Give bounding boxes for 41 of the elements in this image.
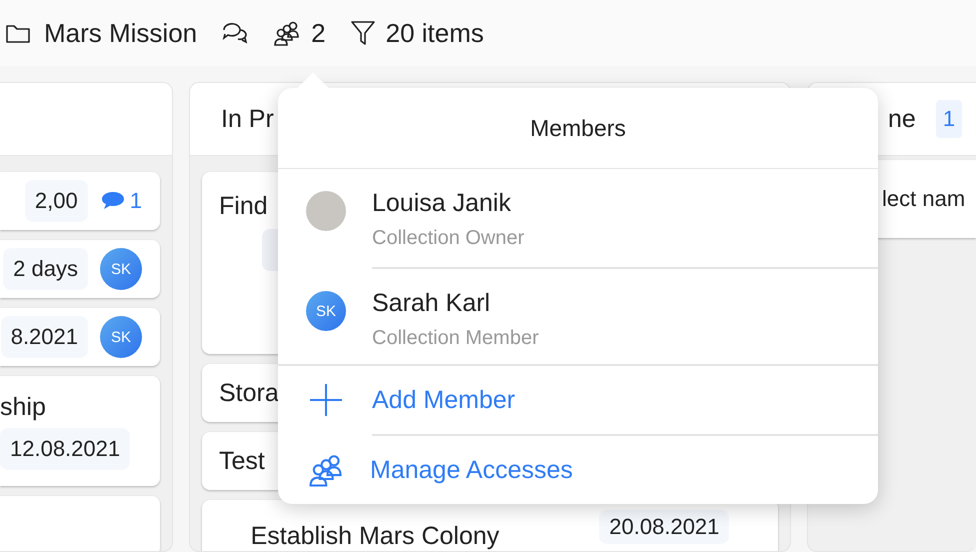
manage-accesses-link[interactable]: Manage Accesses	[370, 456, 573, 484]
collection-title[interactable]: Mars Mission	[44, 18, 198, 48]
card-title: Stora	[219, 378, 279, 408]
people-icon	[308, 453, 342, 487]
task-card[interactable]: 2,00 1	[0, 172, 160, 230]
members-button[interactable]: 2	[273, 18, 326, 48]
add-member-link[interactable]: Add Member	[372, 386, 516, 414]
member-name: Louisa Janik	[372, 189, 512, 218]
member-name: Sarah Karl	[372, 289, 492, 318]
filter-button[interactable]: 20 items	[350, 18, 484, 48]
date-chip: 12.08.2021	[0, 428, 130, 470]
member-role: Collection Member	[372, 327, 540, 350]
popover-title: Members	[278, 88, 878, 169]
chat-icon	[221, 20, 250, 46]
task-card[interactable]: Establish Mars Colony 20.08.2021	[202, 500, 778, 551]
date-chip: 20.08.2021	[599, 510, 730, 544]
avatar: SK	[100, 248, 142, 290]
task-card[interactable]	[0, 496, 160, 551]
task-card[interactable]: ship 12.08.2021	[0, 376, 160, 486]
count-badge: 1	[936, 100, 962, 138]
filter-icon	[350, 19, 376, 47]
card-title: Find	[219, 192, 268, 221]
people-icon	[273, 20, 302, 46]
date-chip: 8.2021	[0, 316, 88, 358]
date-chip: 2 days	[3, 248, 88, 290]
card-title: lect nam	[882, 186, 966, 212]
comment-count[interactable]: 1	[100, 188, 142, 214]
plus-icon	[308, 382, 344, 418]
date-chip: 2,00	[24, 180, 88, 222]
folder-icon	[5, 22, 31, 44]
card-title: ship	[0, 392, 46, 422]
comment-icon	[100, 190, 126, 212]
column-title: ne	[888, 104, 916, 134]
avatar: SK	[100, 316, 142, 358]
avatar: SK	[306, 291, 346, 331]
member-role: Collection Owner	[372, 227, 526, 251]
card-title: Test	[219, 446, 265, 476]
task-card[interactable]: 8.2021 SK	[0, 308, 160, 366]
column-title: In Pr	[221, 104, 274, 134]
card-title: Establish Mars Colony	[250, 522, 500, 551]
task-card[interactable]: 2 days SK	[0, 240, 160, 298]
